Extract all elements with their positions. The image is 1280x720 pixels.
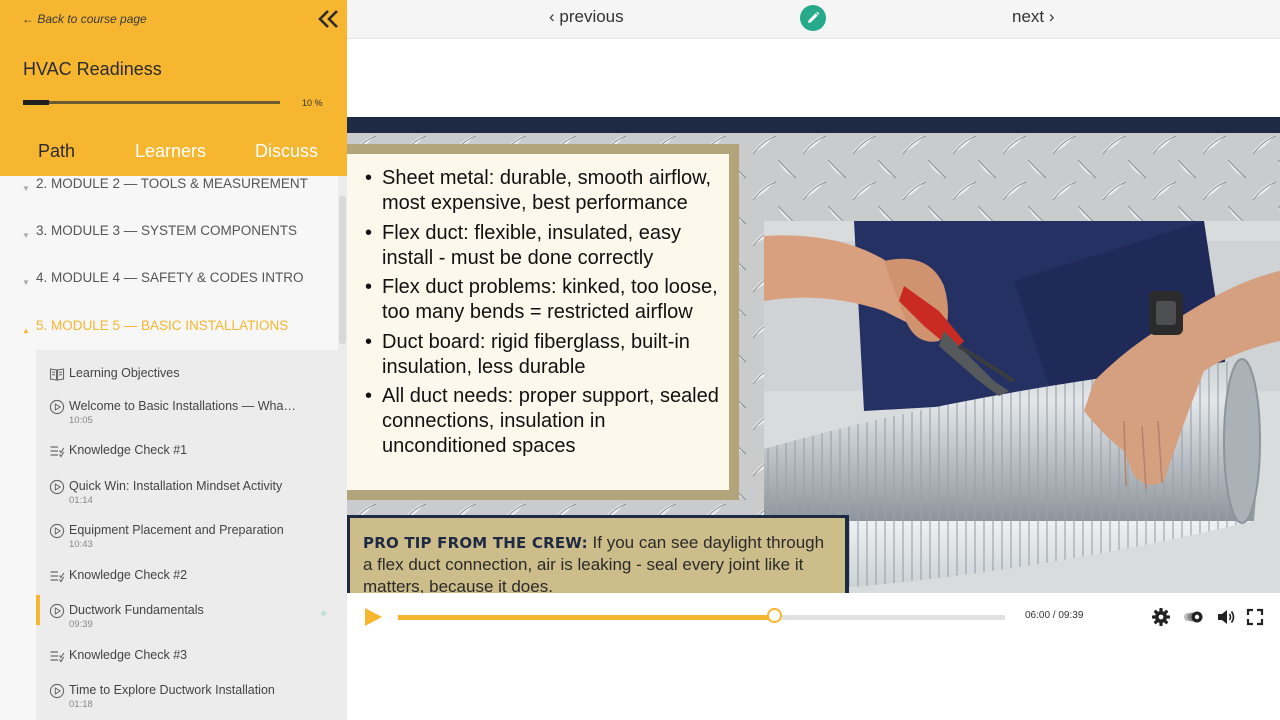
module-item-5[interactable]: ▲ 5. MODULE 5 — BASIC INSTALLATIONS [0,318,338,348]
lesson-title: Equipment Placement and Preparation [69,523,284,537]
lesson-duration: 01:14 [69,495,93,506]
lesson-item[interactable]: Knowledge Check #2 [36,568,338,608]
slide-bullet: Flex duct: flexible, insulated, easy ins… [360,221,730,271]
lesson-title: Knowledge Check #1 [69,443,188,457]
play-icon[interactable] [362,606,384,628]
video-seek-bar[interactable] [398,608,1005,623]
module-label: 5. MODULE 5 — BASIC INSTALLATIONS [36,318,289,333]
volume-icon[interactable] [1216,607,1236,627]
previous-button[interactable]: ‹ previous [549,7,624,27]
sidebar-header: ← Back to course page HVAC Readiness 10 … [0,0,347,176]
pro-tip-heading: PRO TIP FROM THE CREW: [363,534,588,552]
play-circle-icon [49,603,65,619]
checklist-icon [50,571,65,583]
current-lesson-indicator [36,595,40,625]
slide-bullet-card: Sheet metal: durable, smooth airflow, mo… [347,154,729,490]
lesson-item[interactable]: Knowledge Check #3 [36,648,338,688]
lesson-title: Quick Win: Installation Mindset Activity [69,479,283,493]
lesson-duration: 01:18 [69,699,93,710]
collapse-sidebar-icon[interactable] [316,6,342,32]
course-progress-fill [23,100,49,105]
tab-discuss[interactable]: Discuss [255,141,318,162]
lesson-navigation-bar: ‹ previous next › [347,0,1280,39]
play-circle-icon [49,479,65,495]
course-progress-bar [23,100,280,105]
lesson-list: Learning Objectives Welcome to Basic Ins… [36,350,338,720]
video-frame[interactable]: Sheet metal: durable, smooth airflow, mo… [347,117,1280,593]
lesson-item[interactable]: Knowledge Check #1 [36,443,338,483]
pro-tip-text: PRO TIP FROM THE CREW: If you can see da… [363,532,833,593]
lesson-title: Learning Objectives [69,366,180,380]
pencil-icon [808,11,820,23]
course-sidebar: ← Back to course page HVAC Readiness 10 … [0,0,347,720]
lesson-duration: 10:43 [69,539,93,550]
settings-gear-icon[interactable] [1151,607,1171,627]
module-item-3[interactable]: ▼ 3. MODULE 3 — SYSTEM COMPONENTS [0,223,338,253]
tab-learners[interactable]: Learners [135,141,206,162]
slide-bullet: All duct needs: proper support, sealed c… [360,384,730,459]
sidebar-tabs: Path Learners Discuss [0,141,347,166]
video-seek-handle[interactable] [766,608,782,623]
module-item-4[interactable]: ▼ 4. MODULE 4 — SAFETY & CODES INTRO [0,270,338,300]
course-progress-label: 10 % [302,98,323,108]
checklist-icon [50,651,65,663]
lesson-title: Welcome to Basic Installations — What to… [69,399,299,413]
slide-bullet-list: Sheet metal: durable, smooth airflow, mo… [360,166,730,464]
module-label: 2. MODULE 2 — TOOLS & MEASUREMENT [36,176,308,191]
lesson-title: Knowledge Check #3 [69,648,188,662]
pro-tip-card: PRO TIP FROM THE CREW: If you can see da… [350,518,845,593]
slide-bullet: Flex duct problems: kinked, too loose, t… [360,275,730,325]
pro-tip-box: PRO TIP FROM THE CREW: If you can see da… [347,515,849,593]
slide-bullet-panel: Sheet metal: durable, smooth airflow, mo… [347,144,739,500]
slide-bullet: Sheet metal: durable, smooth airflow, mo… [360,166,730,216]
edit-button[interactable] [800,5,826,31]
lesson-duration: 10:05 [69,415,93,426]
lesson-title: Time to Explore Ductwork Installation [69,683,275,697]
slide-bullet: Duct board: rigid fiberglass, built-in i… [360,330,730,380]
video-time-readout: 06:00 / 09:39 [1025,610,1084,621]
course-title: HVAC Readiness [23,59,162,79]
tab-path[interactable]: Path [38,141,75,162]
lesson-item[interactable]: Equipment Placement and Preparation 10:4… [36,523,338,563]
play-circle-icon [49,683,65,699]
slide-header-bar [347,117,1280,133]
book-icon [49,368,65,381]
caret-down-icon: ▼ [22,278,30,287]
lesson-item[interactable]: Welcome to Basic Installations — What to… [36,399,338,439]
caret-down-icon: ▼ [22,231,30,240]
lesson-item[interactable]: Time to Explore Ductwork Installation 01… [36,683,338,720]
lesson-item[interactable]: Quick Win: Installation Mindset Activity… [36,479,338,519]
sidebar-scrollbar-thumb[interactable] [339,196,346,344]
checklist-icon [50,446,65,458]
lesson-title: Ductwork Fundamentals [69,603,204,617]
play-circle-icon [49,523,65,539]
caret-up-icon: ▲ [22,326,30,335]
module-item-2[interactable]: ▼ 2. MODULE 2 — TOOLS & MEASUREMENT [0,176,338,206]
lesson-title: Knowledge Check #2 [69,568,188,582]
speed-icon[interactable] [1181,607,1207,627]
fullscreen-icon[interactable] [1245,607,1265,627]
status-dot [321,611,326,616]
module-label: 3. MODULE 3 — SYSTEM COMPONENTS [36,223,298,238]
video-seek-progress [398,615,775,620]
sidebar-scrollbar[interactable] [338,176,347,720]
next-button[interactable]: next › [1012,7,1055,27]
video-controls: 06:00 / 09:39 [347,593,1280,641]
caret-down-icon: ▼ [22,184,30,193]
lesson-item-current[interactable]: Ductwork Fundamentals 09:39 [36,595,338,643]
back-to-course-link[interactable]: ← Back to course page [22,12,147,26]
module-label: 4. MODULE 4 — SAFETY & CODES INTRO [36,270,304,285]
play-circle-icon [49,399,65,415]
lesson-duration: 09:39 [69,619,93,630]
